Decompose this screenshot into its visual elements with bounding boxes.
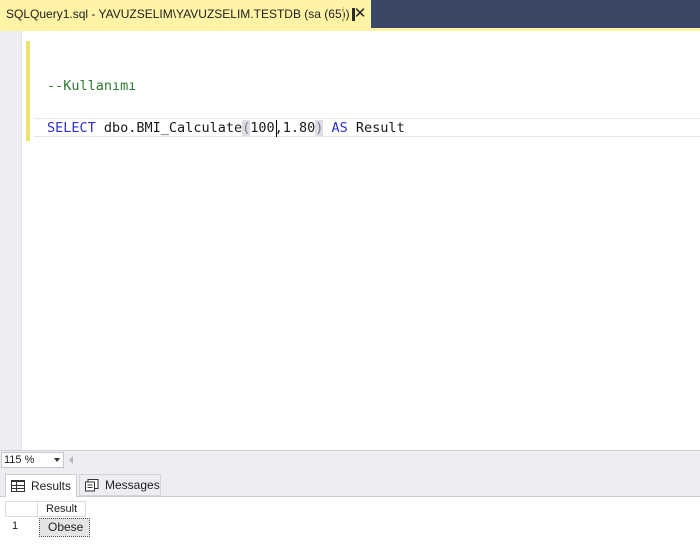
query-editor[interactable]: --Kullanımı SELECT dbo.BMI_Calculate(100… xyxy=(0,31,700,450)
change-tracking-bar xyxy=(26,41,30,141)
function-name: dbo.BMI_Calculate xyxy=(95,120,243,136)
keyword-as: AS xyxy=(323,120,348,136)
tab-messages[interactable]: Messages xyxy=(79,474,161,496)
grid-cell-result[interactable]: Obese xyxy=(39,518,90,537)
results-grid: Result 1 Obese xyxy=(0,497,700,556)
results-pane-tabs: Results Messages xyxy=(0,469,700,497)
grid-header-corner[interactable] xyxy=(5,501,38,517)
query-document-tab[interactable]: SQLQuery1.sql - YAVUZSELIM\YAVUZSELIM.TE… xyxy=(0,0,371,28)
editor-status-bar: 115 % xyxy=(0,450,700,469)
tab-results-label: Results xyxy=(30,479,71,493)
keyword-select: SELECT xyxy=(47,120,96,136)
open-paren: ( xyxy=(242,120,251,136)
tab-messages-label: Messages xyxy=(105,478,160,492)
row-number[interactable]: 1 xyxy=(5,517,38,536)
tab-results[interactable]: Results xyxy=(5,474,77,497)
zoom-value: 115 % xyxy=(4,454,35,466)
editor-gutter xyxy=(0,31,22,450)
document-tab-strip: SQLQuery1.sql - YAVUZSELIM\YAVUZSELIM.TE… xyxy=(0,0,700,31)
zoom-dropdown[interactable]: 115 % xyxy=(1,452,64,468)
comment-line[interactable]: --Kullanımı xyxy=(47,77,136,95)
sql-statement-line[interactable]: SELECT dbo.BMI_Calculate(100,1.80) AS Re… xyxy=(47,119,405,137)
grid-icon xyxy=(11,480,25,492)
tab-title: SQLQuery1.sql - YAVUZSELIM\YAVUZSELIM.TE… xyxy=(6,7,350,21)
column-alias: Result xyxy=(347,120,405,136)
close-tab-icon[interactable]: ✕ xyxy=(351,2,369,26)
tab-divider xyxy=(343,7,344,22)
function-args: 100,1.80 xyxy=(250,120,316,136)
scroll-left-icon[interactable] xyxy=(69,456,73,464)
chevron-down-icon[interactable] xyxy=(54,458,60,462)
messages-icon xyxy=(85,479,99,492)
text-caret xyxy=(276,120,277,137)
column-header-result[interactable]: Result xyxy=(38,501,86,517)
